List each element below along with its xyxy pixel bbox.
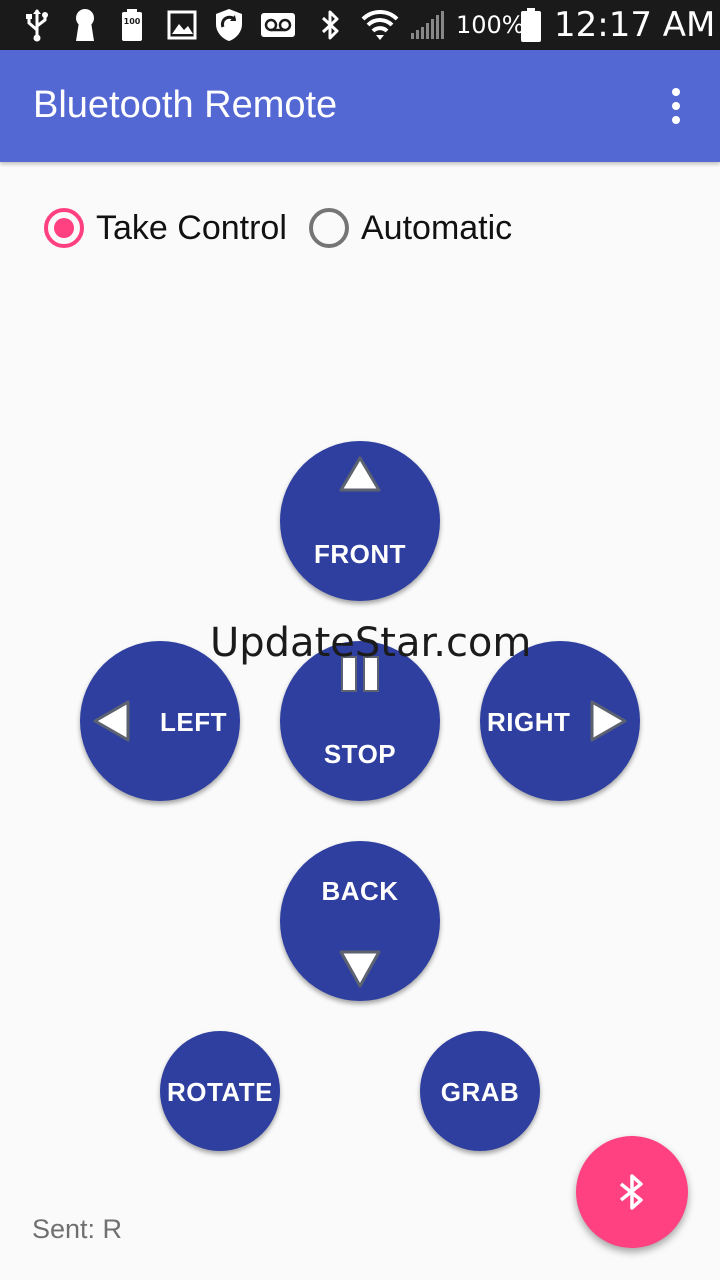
grab-label: GRAB: [440, 1077, 520, 1107]
app-bar: Bluetooth Remote: [0, 50, 720, 162]
clock: 12:17 AM: [554, 5, 716, 45]
usb-icon: [22, 0, 52, 50]
bluetooth-fab[interactable]: [576, 1136, 688, 1248]
arrow-right-icon: [590, 700, 627, 742]
radio-take-control[interactable]: Take Control: [44, 200, 287, 256]
grab-button[interactable]: GRAB: [420, 1031, 540, 1151]
radio-automatic[interactable]: Automatic: [309, 200, 512, 256]
right-label: RIGHT: [487, 707, 571, 737]
stop-button[interactable]: STOP: [280, 641, 440, 801]
battery-icon: [518, 0, 544, 50]
arrow-left-icon: [93, 700, 130, 742]
screen: 100 100% 12:17 AM Bluetooth Remote Take …: [0, 0, 720, 1280]
status-bar: 100 100% 12:17 AM: [0, 0, 720, 50]
bluetooth-icon: [318, 0, 344, 50]
radio-label: Take Control: [96, 208, 287, 247]
wifi-icon: [360, 0, 400, 50]
pause-icon: [341, 656, 379, 692]
overflow-menu-button[interactable]: [656, 84, 696, 128]
overflow-dot: [672, 116, 680, 124]
sent-status: Sent: R: [32, 1214, 123, 1244]
radio-checked-icon: [44, 208, 84, 248]
right-button[interactable]: RIGHT: [480, 641, 640, 801]
bluetooth-icon: [619, 1174, 643, 1210]
voicemail-icon: [260, 0, 296, 50]
arrow-up-icon: [339, 456, 381, 492]
front-label: FRONT: [313, 539, 407, 569]
rotate-button[interactable]: ROTATE: [160, 1031, 280, 1151]
keyhole-icon: [72, 0, 98, 50]
front-button[interactable]: FRONT: [280, 441, 440, 601]
left-label: LEFT: [160, 707, 227, 737]
left-button[interactable]: LEFT: [80, 641, 240, 801]
back-label: BACK: [321, 876, 399, 906]
battery-badge: 100: [123, 17, 141, 26]
rotate-label: ROTATE: [166, 1077, 274, 1107]
stop-label: STOP: [323, 739, 397, 769]
radio-label: Automatic: [361, 208, 513, 247]
overflow-menu-icon: [672, 88, 680, 96]
signal-icon: [408, 0, 446, 50]
overflow-dot: [672, 102, 680, 110]
battery-saver-icon: 100: [118, 0, 146, 50]
radio-unchecked-icon: [309, 208, 349, 248]
shield-refresh-icon: [212, 0, 246, 50]
gallery-icon: [166, 0, 198, 50]
back-button[interactable]: BACK: [280, 841, 440, 1001]
battery-percent: 100%: [456, 11, 525, 39]
app-title: Bluetooth Remote: [33, 84, 338, 126]
arrow-down-icon: [339, 950, 381, 988]
